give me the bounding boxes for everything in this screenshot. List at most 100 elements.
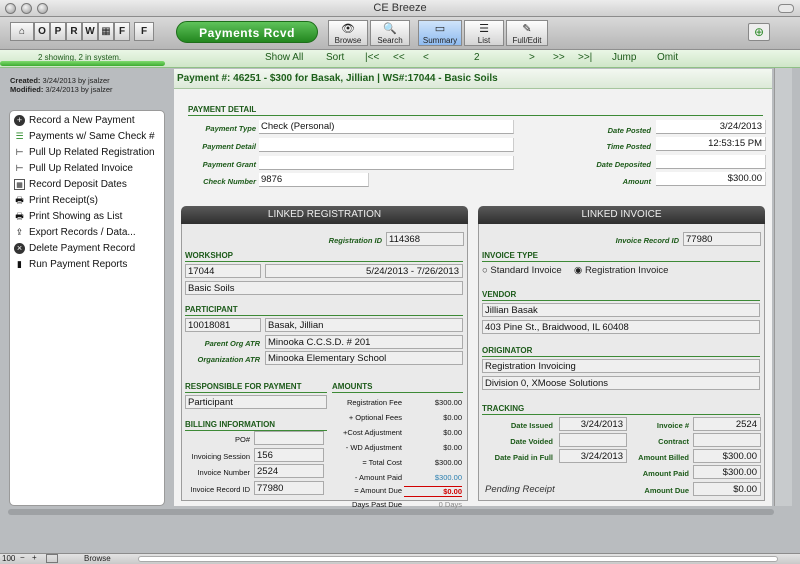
workshop-id-field[interactable]: 17044 (185, 264, 261, 278)
sidebar-item-record-new-payment[interactable]: + Record a New Payment (14, 113, 135, 128)
payment-grant-field[interactable] (259, 156, 514, 170)
search-mode-button[interactable]: 🔍 Search (370, 20, 410, 46)
minimize-window-button[interactable] (21, 3, 32, 14)
first-record-button[interactable]: |<< (365, 52, 379, 63)
check-number-label: Check Number (203, 177, 256, 186)
nav-button-f-alt[interactable]: F (134, 22, 154, 41)
prev-fast-button[interactable]: << (393, 52, 405, 63)
participant-name-field[interactable]: Basak, Jillian (265, 318, 463, 332)
registration-invoice-radio[interactable]: ◉ Registration Invoice (574, 265, 668, 276)
zoom-in-icon[interactable]: + (32, 553, 37, 562)
workshop-name-field[interactable]: Basic Soils (185, 281, 463, 295)
amount-billed-field[interactable]: $300.00 (693, 449, 761, 463)
zoom-window-button[interactable] (37, 3, 48, 14)
amount-field[interactable]: $300.00 (656, 172, 766, 186)
nav-button-r[interactable]: R (66, 22, 82, 41)
layout-title: Payments Rcvd (176, 21, 318, 43)
po-label: PO# (234, 435, 250, 444)
magnifier-icon: 🔍 (383, 23, 397, 35)
nav-button-w[interactable]: W (82, 22, 98, 41)
calculator-button[interactable]: ▦ (98, 22, 114, 41)
payment-type-field[interactable]: Check (Personal) (259, 120, 514, 134)
prev-record-button[interactable]: < (423, 52, 429, 63)
originator-line-1[interactable]: Registration Invoicing (482, 359, 760, 373)
originator-line-2[interactable]: Division 0, XMoose Solutions (482, 376, 760, 390)
sidebar-item-same-check[interactable]: ☰ Payments w/ Same Check # (14, 129, 154, 144)
participant-id-field[interactable]: 10018081 (185, 318, 261, 332)
invoice-no-field[interactable]: 2524 (693, 417, 761, 431)
record-number[interactable]: 2 (474, 52, 480, 63)
show-all-button[interactable]: Show All (265, 52, 303, 63)
date-deposited-field[interactable] (656, 155, 766, 169)
next-fast-button[interactable]: >> (553, 52, 565, 63)
workshop-dates-field[interactable]: 5/24/2013 - 7/26/2013 (265, 264, 463, 278)
parent-org-field[interactable]: Minooka C.C.S.D. # 201 (265, 335, 463, 349)
invoice-amount-paid-field[interactable]: $300.00 (693, 465, 761, 479)
check-number-field[interactable]: 9876 (259, 173, 369, 187)
zoom-level[interactable]: 100 (2, 554, 15, 563)
invoicing-session-field[interactable]: 156 (254, 448, 324, 462)
jump-button[interactable]: Jump (612, 52, 636, 63)
payment-detail-field[interactable] (259, 138, 514, 152)
nav-button-o[interactable]: O (34, 22, 50, 41)
date-posted-field[interactable]: 3/24/2013 (656, 120, 766, 134)
home-button[interactable]: ⌂ (10, 22, 34, 41)
toolbar-toggle-button[interactable] (778, 4, 794, 13)
sidebar-item-delete-payment[interactable]: × Delete Payment Record (14, 241, 135, 256)
full-edit-mode-button[interactable]: ✎ Full/Edit (506, 20, 548, 46)
horizontal-scrollbar[interactable] (138, 556, 778, 562)
calculator-icon: ▦ (101, 26, 111, 37)
close-window-button[interactable] (5, 3, 16, 14)
nav-button-p[interactable]: P (50, 22, 66, 41)
invoice-record-field[interactable]: 77980 (254, 481, 324, 495)
date-paid-field[interactable]: 3/24/2013 (559, 449, 627, 463)
sidebar-item-related-invoice[interactable]: ⊢ Pull Up Related Invoice (14, 161, 133, 176)
status-toolbar-toggle[interactable] (46, 554, 58, 563)
date-voided-field[interactable] (559, 433, 627, 447)
sidebar-item-related-registration[interactable]: ⊢ Pull Up Related Registration (14, 145, 155, 160)
branch-icon: ⊢ (15, 147, 24, 157)
vendor-address-field[interactable]: 403 Pine St., Braidwood, IL 60408 (482, 320, 760, 334)
list-mode-button[interactable]: ☰ List (464, 20, 504, 46)
new-window-button[interactable]: ⊕ (748, 23, 770, 41)
days-past-due-value: 0 Days (438, 500, 462, 509)
sidebar-item-deposit-dates[interactable]: ▦ Record Deposit Dates (14, 177, 127, 192)
invoice-number-field[interactable]: 2524 (254, 464, 324, 478)
created-value: 3/24/2013 by jsalzer (42, 76, 110, 85)
invoice-amount-due-label: Amount Due (644, 486, 689, 495)
vendor-name-field[interactable]: Jillian Basak (482, 303, 760, 317)
status-bar: 100 − + Browse (0, 553, 800, 564)
time-posted-field[interactable]: 12:53:15 PM (656, 137, 766, 151)
sidebar-item-payment-reports[interactable]: ▮ Run Payment Reports (14, 257, 127, 272)
organization-field[interactable]: Minooka Elementary School (265, 351, 463, 365)
invoice-amount-due-field[interactable]: $0.00 (693, 482, 761, 496)
status-mode: Browse (84, 554, 111, 563)
omit-button[interactable]: Omit (657, 52, 678, 63)
summary-mode-button[interactable]: ▭ Summary (418, 20, 462, 46)
registration-id-field[interactable]: 114368 (386, 232, 464, 246)
zoom-out-icon[interactable]: − (20, 553, 25, 562)
contract-field[interactable] (693, 433, 761, 447)
list-icon: ☰ (479, 23, 489, 35)
summary-icon: ▭ (434, 23, 446, 35)
browse-mode-button[interactable]: 👁 Browse (328, 20, 368, 46)
po-field[interactable] (254, 431, 324, 445)
nav-button-f[interactable]: F (114, 22, 130, 41)
linked-invoice-panel: Invoice Record ID 77980 INVOICE TYPE ○ S… (478, 224, 765, 501)
last-record-button[interactable]: >>| (578, 52, 592, 63)
sidebar-item-print-receipts[interactable]: 🖶 Print Receipt(s) (14, 193, 98, 208)
invoice-record-id-field[interactable]: 77980 (683, 232, 761, 246)
sidebar-item-print-list[interactable]: 🖶 Print Showing as List (14, 209, 122, 224)
sort-button[interactable]: Sort (326, 52, 344, 63)
vertical-scrollbar[interactable] (774, 68, 792, 506)
sidebar-item-export[interactable]: ⇪ Export Records / Data... (14, 225, 136, 240)
originator-section: ORIGINATOR (482, 346, 760, 357)
next-record-button[interactable]: > (529, 52, 535, 63)
responsible-field[interactable]: Participant (185, 395, 327, 409)
amount-row-label: + Optional Fees (348, 413, 402, 422)
amount-row-value: $0.00 (443, 428, 462, 437)
amount-row-label: Registration Fee (346, 398, 402, 407)
branch-icon: ⊢ (15, 163, 24, 173)
standard-invoice-radio[interactable]: ○ Standard Invoice (482, 265, 562, 276)
date-issued-field[interactable]: 3/24/2013 (559, 417, 627, 431)
